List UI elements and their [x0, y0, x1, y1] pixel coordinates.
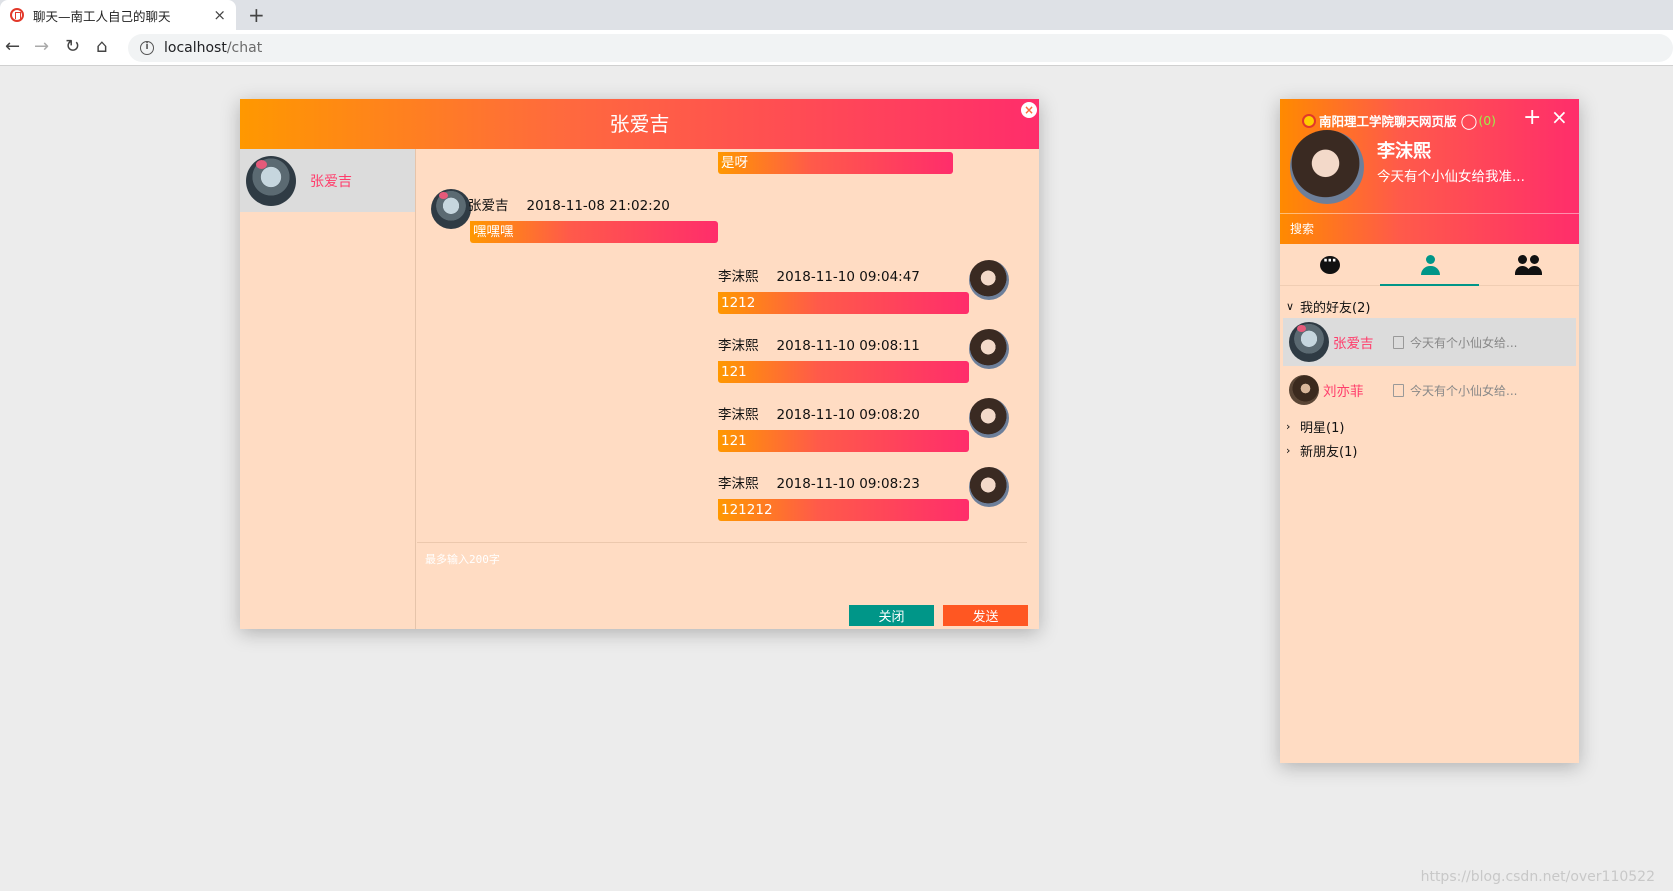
close-button[interactable]: 关闭 [849, 605, 934, 626]
group-label: 我的好友(2) [1300, 300, 1371, 316]
chevron-down-icon: ∨ [1286, 299, 1295, 313]
user-name: 李沫熙 [1377, 141, 1431, 162]
message-sender: 李沫熙 [718, 338, 759, 354]
input-divider [417, 542, 1027, 543]
message-bubble: 121 [718, 361, 969, 383]
message-sender: 张爱吉 [468, 198, 509, 214]
avatar[interactable] [1290, 130, 1364, 204]
message-input[interactable] [425, 551, 985, 611]
school-logo-icon [1302, 113, 1316, 128]
friend-item[interactable]: 张爱吉 今天有个小仙女给... [1283, 318, 1576, 366]
main-panel-header[interactable]: 南阳理工学院聊天网页版 ◯ (0) + × 李沫熙 今天有个小仙女给我准... [1280, 99, 1579, 244]
message-bubble: 是呀 [718, 152, 953, 174]
chat-icon [1319, 253, 1340, 274]
watermark: https://blog.csdn.net/over110522 [1420, 869, 1655, 885]
browser-tabbar: 聊天—南工人自己的聊天 × + [0, 0, 1673, 30]
main-panel: 南阳理工学院聊天网页版 ◯ (0) + × 李沫熙 今天有个小仙女给我准... … [1280, 99, 1579, 763]
search-input[interactable] [1280, 213, 1579, 244]
address-bar: ← → ↻ ⌂ i localhost/chat [0, 30, 1673, 66]
avatar [969, 329, 1009, 369]
message-area[interactable]: 是呀 张爱吉 2018-11-08 21:02:20 嘿嘿嘿 李沫熙 2018-11… [417, 149, 1039, 541]
tab-groups[interactable] [1479, 244, 1579, 285]
chat-title: 张爱吉 [609, 112, 670, 136]
message-sender: 李沫熙 [718, 476, 759, 492]
message-time: 2018-11-08 21:02:20 [526, 198, 670, 214]
avatar [1289, 375, 1319, 405]
message-bubble: 121212 [718, 499, 969, 521]
url-input[interactable]: i localhost/chat [128, 34, 1673, 62]
friend-signature: 今天有个小仙女给... [1410, 335, 1518, 350]
brand-title: 南阳理工学院聊天网页版 [1319, 114, 1457, 129]
avatar [431, 189, 471, 229]
friend-item[interactable]: 刘亦菲 今天有个小仙女给... [1283, 366, 1576, 414]
add-icon[interactable]: + [1523, 105, 1541, 130]
note-icon [1393, 335, 1404, 349]
message-sender: 李沫熙 [718, 407, 759, 423]
friend-name: 刘亦菲 [1323, 384, 1364, 400]
message-bubble: 121 [718, 430, 969, 452]
group-stars[interactable]: › 明星(1) [1280, 414, 1579, 438]
url-path: /chat [226, 40, 263, 56]
message-sender: 李沫熙 [718, 269, 759, 285]
new-tab-icon[interactable]: + [248, 3, 265, 27]
message-time: 2018-11-10 09:08:23 [776, 476, 920, 492]
chat-contact-list: 张爱吉 [240, 149, 416, 629]
chevron-right-icon: › [1286, 419, 1291, 433]
avatar [969, 467, 1009, 507]
friend-name: 张爱吉 [1333, 336, 1374, 352]
tab-chats[interactable] [1280, 244, 1380, 285]
back-icon[interactable]: ← [5, 36, 20, 58]
message-bubble: 1212 [718, 292, 969, 314]
note-icon [1393, 383, 1404, 397]
info-icon[interactable]: i [140, 41, 154, 55]
chevron-right-icon: › [1286, 443, 1291, 457]
message-time: 2018-11-10 09:08:20 [776, 407, 920, 423]
user-icon[interactable]: ◯ [1461, 112, 1478, 130]
group-my-friends[interactable]: ∨ 我的好友(2) [1280, 294, 1579, 318]
chat-contact-name: 张爱吉 [310, 173, 352, 190]
home-icon[interactable]: ⌂ [96, 36, 107, 58]
online-count: (0) [1478, 113, 1497, 128]
avatar [969, 260, 1009, 300]
main-tabs [1280, 244, 1579, 286]
send-button[interactable]: 发送 [943, 605, 1028, 626]
chat-contact-item[interactable]: 张爱吉 [240, 149, 415, 212]
reload-icon[interactable]: ↻ [65, 36, 80, 58]
message-bubble: 嘿嘿嘿 [470, 221, 718, 243]
avatar [1289, 322, 1329, 362]
tab-title: 聊天—南工人自己的聊天 [33, 8, 171, 24]
group-new-friends[interactable]: › 新朋友(1) [1280, 438, 1579, 462]
group-label: 明星(1) [1300, 420, 1345, 436]
message-time: 2018-11-10 09:08:11 [776, 338, 920, 354]
tab-friends[interactable] [1379, 244, 1480, 286]
avatar [969, 398, 1009, 438]
group-icon [1515, 254, 1543, 275]
chat-window: 张爱吉 × 张爱吉 是呀 张爱吉 2018-11-08 21:02:20 嘿嘿嘿 … [240, 99, 1039, 629]
group-label: 新朋友(1) [1300, 444, 1358, 460]
forward-icon[interactable]: → [34, 36, 49, 58]
close-icon[interactable]: × [1551, 105, 1568, 129]
site-favicon-icon [10, 8, 24, 22]
message-time: 2018-11-10 09:04:47 [776, 269, 920, 285]
browser-tab[interactable]: 聊天—南工人自己的聊天 × [0, 0, 236, 30]
url-host: localhost [164, 40, 227, 56]
user-signature[interactable]: 今天有个小仙女给我准... [1377, 165, 1525, 185]
tab-close-icon[interactable]: × [213, 6, 226, 24]
avatar [246, 155, 296, 206]
friend-signature: 今天有个小仙女给... [1410, 383, 1518, 398]
user-icon [1420, 254, 1440, 275]
chat-header[interactable]: 张爱吉 [240, 99, 1039, 149]
chat-close-icon[interactable]: × [1021, 102, 1037, 118]
